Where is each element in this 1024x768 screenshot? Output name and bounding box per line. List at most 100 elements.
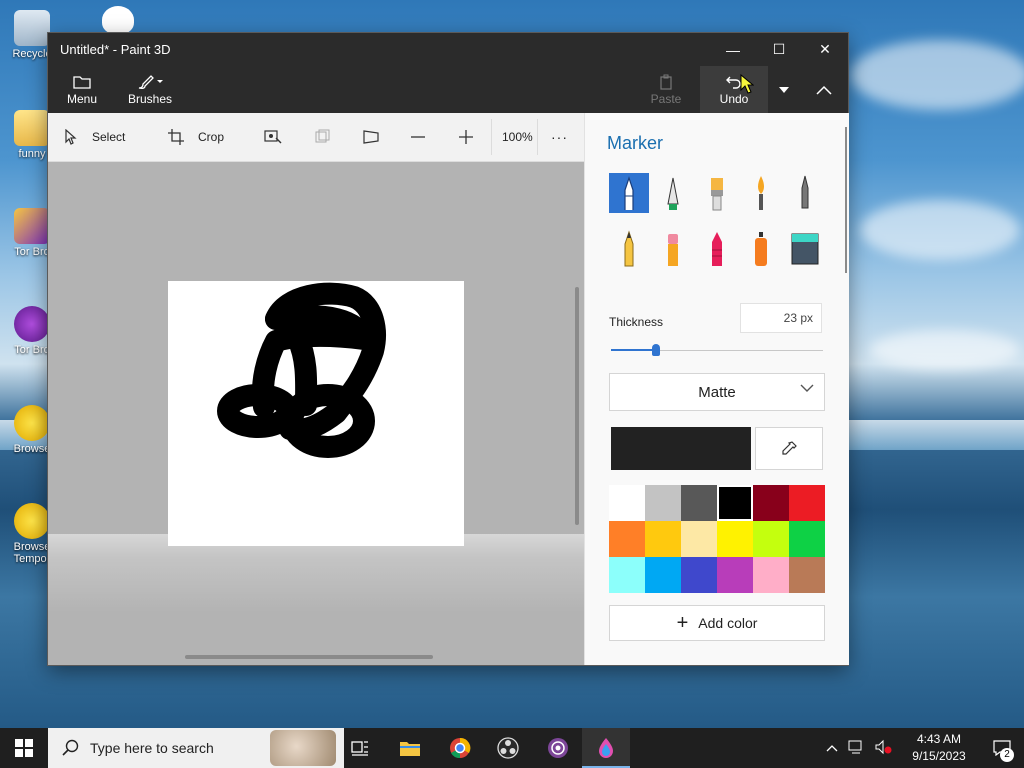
color-swatch[interactable] [609, 485, 645, 521]
search-placeholder: Type here to search [90, 740, 214, 756]
brush-calligraphy-pen[interactable] [653, 173, 693, 213]
folder-icon [14, 110, 50, 146]
drawing-canvas[interactable] [168, 281, 464, 546]
color-swatch[interactable] [681, 485, 717, 521]
undo-button[interactable]: Undo [700, 66, 768, 113]
brushes-side-panel: Marker Thickness 23 px Matte + Add color [584, 113, 849, 665]
thickness-input[interactable]: 23 px [740, 303, 822, 333]
color-swatch[interactable] [609, 557, 645, 593]
taskbar-chrome[interactable] [436, 728, 484, 768]
notification-count-badge: 2 [1000, 748, 1014, 762]
minimize-button[interactable]: — [710, 33, 756, 66]
paint3d-window: Untitled* - Paint 3D — ☐ ✕ Menu Brushes … [48, 33, 849, 665]
finish-dropdown[interactable]: Matte [609, 373, 825, 411]
zoom-out-button[interactable] [410, 113, 426, 161]
volume-muted-icon [875, 739, 892, 754]
color-swatch[interactable] [789, 557, 825, 593]
color-swatch[interactable] [753, 557, 789, 593]
close-button[interactable]: ✕ [802, 33, 848, 66]
tor-browser-icon [14, 208, 50, 244]
obs-icon [497, 737, 519, 759]
brush-marker[interactable] [609, 173, 649, 213]
desktop-icon-label: Recycle [12, 48, 52, 60]
undo-dropdown-button[interactable] [770, 66, 798, 113]
color-swatch[interactable] [717, 485, 753, 521]
taskbar-tor-browser[interactable] [534, 728, 582, 768]
color-swatch[interactable] [645, 557, 681, 593]
zoom-level[interactable]: 100% [502, 113, 533, 161]
chevron-down-icon [800, 384, 814, 392]
color-swatch[interactable] [717, 557, 753, 593]
brush-spray-can[interactable] [741, 229, 781, 269]
fill-bucket-icon [791, 233, 819, 265]
brush-oil[interactable] [697, 173, 737, 213]
system-tray: 4:43 AM 9/15/2023 2 [826, 728, 1024, 768]
crop-tool[interactable]: Crop [168, 113, 224, 161]
brush-icon [138, 74, 163, 89]
spray-can-icon [755, 232, 767, 266]
plus-icon [459, 130, 473, 144]
more-options-icon: ··· [551, 129, 568, 145]
brush-pencil[interactable] [609, 229, 649, 269]
taskbar-paint3d[interactable] [582, 728, 630, 768]
task-view-button[interactable] [336, 728, 384, 768]
canvas-vertical-scrollbar[interactable] [575, 287, 579, 525]
taskbar-file-explorer[interactable] [386, 728, 434, 768]
show-hidden-icons-button[interactable] [826, 741, 838, 755]
color-swatch[interactable] [717, 521, 753, 557]
thickness-slider-thumb[interactable] [651, 344, 660, 356]
start-button[interactable] [0, 728, 48, 768]
view-3d-button[interactable] [362, 113, 380, 161]
paste-button[interactable]: Paste [642, 66, 690, 113]
taskbar-search-box[interactable]: Type here to search [48, 728, 344, 768]
taskbar-clock[interactable]: 4:43 AM 9/15/2023 [898, 731, 980, 765]
maximize-button[interactable]: ☐ [756, 33, 802, 66]
color-swatch[interactable] [681, 521, 717, 557]
zoom-in-button[interactable] [458, 113, 474, 161]
panel-scrollbar[interactable] [845, 127, 847, 273]
color-swatch[interactable] [753, 521, 789, 557]
color-swatch[interactable] [609, 521, 645, 557]
windows-logo-icon [15, 739, 33, 757]
action-center-button[interactable]: 2 [980, 728, 1024, 768]
menu-button[interactable]: Menu [58, 66, 106, 113]
color-swatch[interactable] [645, 521, 681, 557]
crop-icon [168, 129, 184, 145]
color-swatch[interactable] [789, 521, 825, 557]
canvas-workspace[interactable] [48, 162, 584, 665]
color-palette [609, 485, 825, 593]
color-swatch[interactable] [753, 485, 789, 521]
brush-eraser[interactable] [653, 229, 693, 269]
eraser-icon [668, 234, 678, 266]
color-swatch[interactable] [645, 485, 681, 521]
volume-button[interactable] [874, 739, 892, 758]
clock-time: 4:43 AM [916, 732, 962, 746]
recycle-bin-icon [14, 10, 50, 46]
select-tool[interactable]: Select [64, 113, 125, 161]
brush-watercolor[interactable] [741, 173, 781, 213]
maximize-icon: ☐ [772, 41, 786, 57]
window-title: Untitled* - Paint 3D [60, 42, 171, 57]
thickness-slider-fill [611, 349, 656, 351]
desktop-icon-label: Tor Bro [14, 344, 50, 356]
brush-crayon[interactable] [697, 229, 737, 269]
current-color-swatch[interactable] [611, 427, 751, 470]
brushes-button[interactable]: Brushes [126, 66, 174, 113]
color-swatch[interactable] [789, 485, 825, 521]
paste-icon [660, 74, 672, 90]
thickness-label: Thickness [609, 315, 664, 329]
taskbar-obs[interactable] [484, 728, 532, 768]
brush-fill[interactable] [785, 229, 825, 269]
brush-pixel-pen[interactable] [785, 173, 825, 213]
magic-select-icon [264, 130, 282, 144]
title-bar[interactable]: Untitled* - Paint 3D — ☐ ✕ [48, 33, 848, 66]
3d-view-tool[interactable] [314, 113, 332, 161]
more-options-button[interactable]: ··· [551, 113, 568, 161]
magic-select-tool[interactable] [264, 113, 282, 161]
collapse-ribbon-button[interactable] [804, 66, 844, 113]
color-swatch[interactable] [681, 557, 717, 593]
eyedropper-button[interactable] [755, 427, 823, 470]
add-color-button[interactable]: + Add color [609, 605, 825, 641]
canvas-horizontal-scrollbar[interactable] [185, 655, 433, 659]
network-button[interactable] [848, 739, 866, 758]
